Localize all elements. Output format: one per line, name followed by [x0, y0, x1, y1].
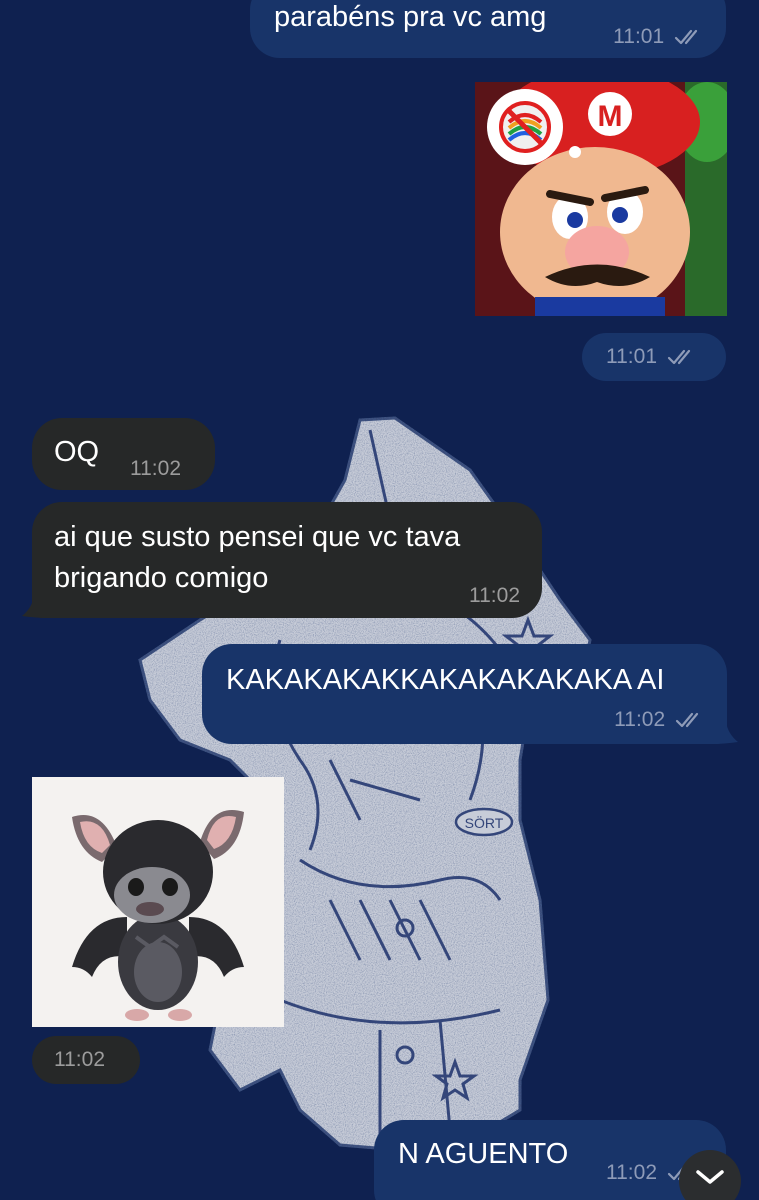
message-text: KAKAKAKAKKAKAKAKAKAKA AI: [226, 664, 665, 696]
message-text: OQ: [54, 436, 100, 468]
message-text-line1: ai que susto pensei que vc tava: [54, 521, 461, 553]
bubble-tail: [712, 722, 738, 744]
message-bubble-outgoing[interactable]: N AGUENTO 11:02: [374, 1120, 726, 1200]
message-text-line2: brigando comigo: [54, 562, 269, 594]
message-text: N AGUENTO: [398, 1138, 569, 1170]
sticker-time-pill: 11:01: [582, 333, 726, 381]
message-time: 11:01: [613, 25, 704, 49]
message-bubble-outgoing[interactable]: KAKAKAKAKKAKAKAKAKAKA AI 11:02: [202, 644, 727, 744]
double-check-icon: [674, 29, 698, 45]
message-bubble-incoming[interactable]: OQ 11:02: [32, 418, 215, 490]
sticker-time-pill: 11:02: [32, 1036, 140, 1084]
bat-sticker-image: [32, 777, 284, 1027]
message-time: 11:02: [130, 457, 181, 480]
message-time: 11:02: [469, 584, 520, 607]
message-bubble-outgoing[interactable]: parabéns pra vc amg 11:01: [250, 0, 726, 58]
chevron-down-icon: [696, 1170, 724, 1184]
double-check-icon: [675, 712, 699, 728]
bubble-tail: [22, 596, 50, 618]
message-text: parabéns pra vc amg: [274, 1, 547, 33]
message-bubble-incoming[interactable]: ai que susto pensei que vc tava brigando…: [32, 502, 542, 618]
double-check-icon: [667, 349, 690, 365]
message-time: 11:02: [54, 1048, 105, 1071]
sticker-mario[interactable]: M: [475, 82, 727, 316]
svg-text:M: M: [598, 100, 623, 133]
message-time: 11:02: [614, 708, 705, 732]
mario-sticker-image: M: [475, 82, 727, 316]
wallpaper-badge-text: SÖRT: [465, 814, 504, 831]
sticker-bat[interactable]: [32, 777, 284, 1027]
message-time: 11:01: [606, 345, 697, 369]
scroll-to-bottom-button[interactable]: [679, 1150, 741, 1200]
